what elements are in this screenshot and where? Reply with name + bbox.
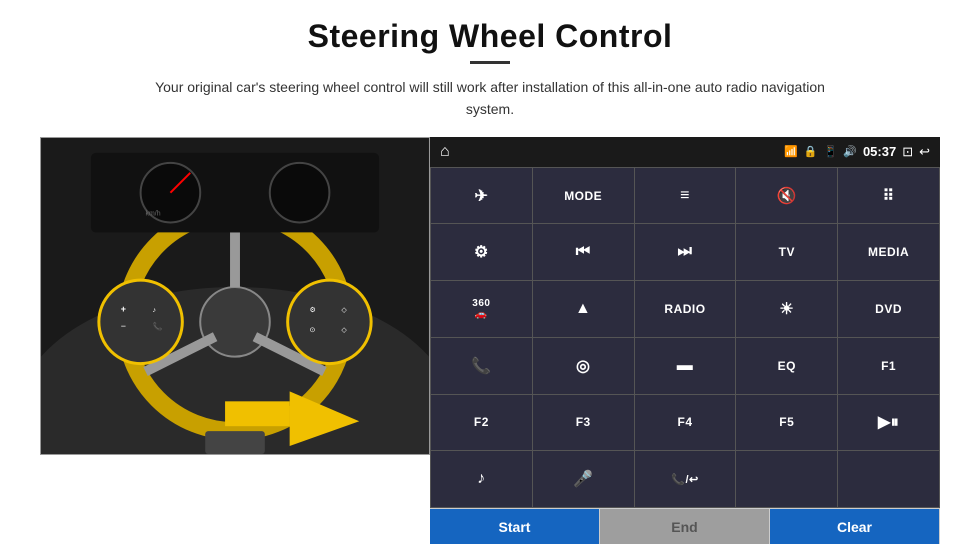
- status-bar: ⌂ 📶 🔒 📱 🔊 05:37 ⊡ ↩: [430, 137, 940, 167]
- rect-btn[interactable]: ▬: [635, 338, 736, 394]
- back-icon[interactable]: ↩: [919, 144, 930, 160]
- button-grid: ✈ MODE ≡ 🔇 ⠿ ⚙ ⏮ ⏭ TV MEDIA 360🚗 ▲ RADIO…: [430, 167, 940, 508]
- svg-text:♪: ♪: [153, 307, 156, 314]
- tv-btn[interactable]: TV: [736, 224, 837, 280]
- list-btn[interactable]: ≡: [635, 168, 736, 224]
- f2-btn[interactable]: F2: [431, 395, 532, 451]
- mic-btn[interactable]: 🎤: [533, 451, 634, 507]
- music-btn[interactable]: ♪: [431, 451, 532, 507]
- 360-btn[interactable]: 360🚗: [431, 281, 532, 337]
- f1-btn[interactable]: F1: [838, 338, 939, 394]
- home-icon[interactable]: ⌂: [440, 143, 450, 161]
- next-btn[interactable]: ⏭: [635, 224, 736, 280]
- call-end-btn[interactable]: 📞/↩: [635, 451, 736, 507]
- svg-text:◇: ◇: [341, 327, 347, 334]
- prev-btn[interactable]: ⏮: [533, 224, 634, 280]
- page-title: Steering Wheel Control: [308, 18, 673, 55]
- page-subtitle: Your original car's steering wheel contr…: [140, 76, 840, 121]
- wifi-icon: 📶: [784, 145, 798, 158]
- playpause-btn[interactable]: ▶⏸: [838, 395, 939, 451]
- end-button[interactable]: End: [600, 509, 770, 544]
- svg-text:⊙: ⊙: [310, 327, 316, 334]
- clear-button[interactable]: Clear: [770, 509, 940, 544]
- radio-btn[interactable]: RADIO: [635, 281, 736, 337]
- eq-btn[interactable]: EQ: [736, 338, 837, 394]
- bt-icon: 🔊: [843, 145, 857, 158]
- eject-btn[interactable]: ▲: [533, 281, 634, 337]
- content-area: + ♪ − 📞 ⚙ ◇ ⊙ ◇ km/h: [40, 137, 940, 544]
- media-btn[interactable]: MEDIA: [838, 224, 939, 280]
- settings-btn[interactable]: ⚙: [431, 224, 532, 280]
- svg-text:−: −: [121, 321, 126, 331]
- svg-text:◇: ◇: [341, 307, 347, 314]
- dvd-btn[interactable]: DVD: [838, 281, 939, 337]
- brightness-btn[interactable]: ☀: [736, 281, 837, 337]
- title-divider: [470, 61, 510, 64]
- svg-text:km/h: km/h: [146, 210, 161, 217]
- nav-btn[interactable]: ✈: [431, 168, 532, 224]
- apps-btn[interactable]: ⠿: [838, 168, 939, 224]
- svg-text:+: +: [121, 304, 126, 314]
- svg-text:⚙: ⚙: [310, 306, 316, 314]
- svg-text:📞: 📞: [153, 321, 163, 331]
- bottom-buttons: Start End Clear: [430, 508, 940, 544]
- sd-icon: 📱: [824, 145, 838, 158]
- screen-icon[interactable]: ⊡: [902, 144, 913, 160]
- mute-btn[interactable]: 🔇: [736, 168, 837, 224]
- lock-icon: 🔒: [804, 145, 818, 158]
- nav2-btn[interactable]: ◎: [533, 338, 634, 394]
- mode-btn[interactable]: MODE: [533, 168, 634, 224]
- empty2-btn: [838, 451, 939, 507]
- car-image: + ♪ − 📞 ⚙ ◇ ⊙ ◇ km/h: [40, 137, 430, 455]
- f4-btn[interactable]: F4: [635, 395, 736, 451]
- phone-btn[interactable]: 📞: [431, 338, 532, 394]
- page: Steering Wheel Control Your original car…: [0, 0, 980, 544]
- start-button[interactable]: Start: [430, 509, 600, 544]
- f5-btn[interactable]: F5: [736, 395, 837, 451]
- radio-panel: ⌂ 📶 🔒 📱 🔊 05:37 ⊡ ↩ ✈ MODE ≡ 🔇 ⠿: [430, 137, 940, 544]
- f3-btn[interactable]: F3: [533, 395, 634, 451]
- status-time: 05:37: [863, 144, 896, 159]
- empty1-btn: [736, 451, 837, 507]
